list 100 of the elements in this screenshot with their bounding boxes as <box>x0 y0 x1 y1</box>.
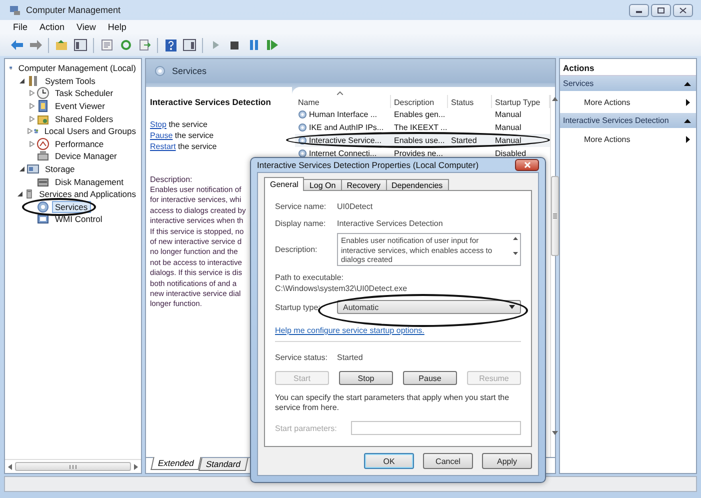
submenu-arrow-icon <box>686 136 690 142</box>
tree-item[interactable]: Storage <box>42 163 78 176</box>
service-action-text: Restart the service <box>150 141 217 152</box>
scrollbar-thumb[interactable] <box>551 176 559 256</box>
field-value: Interactive Services Detection <box>337 218 444 228</box>
tree-item[interactable]: System Tools <box>42 74 98 87</box>
tree-item[interactable]: Local Users and Groups <box>41 125 139 138</box>
dialog-button[interactable]: OK <box>364 453 414 469</box>
storage-icon <box>26 162 40 176</box>
close-button[interactable] <box>673 4 693 16</box>
service-action-text: Pause the service <box>150 130 214 141</box>
tree-item[interactable]: Device Manager <box>52 150 120 162</box>
column-header[interactable]: Name <box>295 95 391 108</box>
tree-item[interactable]: Disk Management <box>52 176 127 188</box>
field-label: Path to executable: <box>275 273 344 282</box>
service-name-cell[interactable]: Human Interface ... <box>295 108 391 121</box>
field-value: UI0Detect <box>337 202 374 210</box>
clock-icon <box>36 86 50 100</box>
export-icon <box>138 39 150 51</box>
view-tab[interactable]: Extended <box>150 457 202 470</box>
resume-icon <box>267 40 278 50</box>
minimize-button[interactable] <box>629 4 649 16</box>
service-action-link[interactable]: Stop <box>150 120 166 129</box>
table-cell-text: The IKEEXT ... <box>393 122 448 134</box>
window-title: Computer Management <box>26 5 121 15</box>
dialog-tab[interactable]: Recovery <box>340 179 387 191</box>
tree-item[interactable]: Services and Applications <box>36 188 139 200</box>
service-control-button[interactable]: Stop <box>339 371 393 385</box>
field-label: Description: <box>275 245 318 254</box>
scroll-down-icon[interactable] <box>552 431 558 435</box>
scroll-up-icon[interactable] <box>552 97 558 101</box>
sort-caret-icon <box>337 91 343 95</box>
tree-item[interactable]: Task Scheduler <box>52 87 116 100</box>
device-icon <box>36 149 50 164</box>
app-icon <box>8 3 22 17</box>
tree-item[interactable]: Performance <box>52 138 107 150</box>
dialog-tab[interactable]: Log On <box>303 179 342 191</box>
start-parameters-note: You can specify the start parameters that apply when you start the service from here. <box>275 393 510 413</box>
server-icon <box>24 187 34 202</box>
pane-icon <box>183 39 196 51</box>
help-icon <box>164 38 176 52</box>
tree-item[interactable]: WMI Control <box>52 213 106 226</box>
scroll-right-icon[interactable] <box>134 464 138 470</box>
field-label: Start parameters: <box>275 424 338 432</box>
column-header[interactable]: Startup Type <box>492 95 550 108</box>
table-cell-text: Manual <box>494 122 522 134</box>
field-value: C:\Windows\system32\UI0Detect.exe <box>275 284 408 293</box>
column-header[interactable]: Status <box>448 95 492 108</box>
column-header[interactable]: Description <box>391 95 448 108</box>
folder-up-icon <box>55 39 68 51</box>
event-log-icon <box>36 99 50 114</box>
help-link[interactable]: Help me configure service startup options. <box>275 326 521 335</box>
tree-item[interactable]: Shared Folders <box>52 112 116 125</box>
properties-icon <box>100 39 112 51</box>
dialog-tab[interactable]: General <box>264 177 304 191</box>
menu-item[interactable]: File <box>8 20 33 34</box>
scrollbar-thumb[interactable] <box>15 462 131 471</box>
action-item[interactable]: More Actions <box>560 91 696 113</box>
field-label: Service name: <box>275 202 328 210</box>
service-name-cell[interactable]: IKE and AuthIP IPs... <box>295 121 391 134</box>
close-icon <box>679 6 687 14</box>
menu-item[interactable]: Action <box>34 20 70 34</box>
gear-icon <box>36 200 50 214</box>
performance-icon <box>36 136 50 151</box>
scroll-arrows-icon[interactable] <box>513 236 518 256</box>
submenu-arrow-icon <box>686 98 690 106</box>
dialog-button[interactable]: Apply <box>482 453 532 469</box>
actions-section-header[interactable]: Interactive Services Detection <box>560 113 696 128</box>
field-label: Display name: <box>275 218 327 228</box>
menu-item[interactable]: View <box>72 20 101 34</box>
tree-toggle-button[interactable] <box>72 36 89 54</box>
close-icon <box>524 162 530 168</box>
service-action-link[interactable]: Pause <box>150 131 173 140</box>
service-control-button[interactable]: Pause <box>403 371 457 385</box>
expand-arrow-icon[interactable] <box>18 78 24 84</box>
scroll-left-icon[interactable] <box>8 464 12 470</box>
startup-type-dropdown[interactable]: Automatic <box>337 300 521 314</box>
close-button[interactable] <box>515 159 539 171</box>
action-item[interactable]: More Actions <box>560 128 696 150</box>
expand-arrow-icon[interactable] <box>18 166 24 172</box>
dialog-button[interactable]: Cancel <box>423 453 473 469</box>
maximize-icon <box>657 6 665 14</box>
refresh-icon <box>120 39 132 51</box>
service-action-link[interactable]: Restart <box>150 142 176 151</box>
expand-arrow-icon[interactable] <box>17 191 24 198</box>
tree-item[interactable]: Event Viewer <box>52 100 108 112</box>
view-tab[interactable]: Standard <box>198 458 248 471</box>
tree-item[interactable]: Services <box>52 200 91 213</box>
menu-item[interactable]: Help <box>102 20 132 34</box>
action-pane-button[interactable] <box>181 36 198 54</box>
dialog-tab[interactable]: Dependencies <box>386 179 449 191</box>
table-cell-text: Enables gen... <box>393 109 446 121</box>
service-action-text: Stop the service <box>150 119 208 130</box>
description-label: Description: <box>150 174 192 185</box>
stop-icon <box>230 40 239 50</box>
dropdown-caret-icon <box>509 305 515 309</box>
dialog-title: Interactive Services Detection Properties (Local Computer) <box>257 160 479 170</box>
actions-section-header[interactable]: Services <box>560 76 696 91</box>
tree-item[interactable]: Computer Management (Local) <box>15 62 139 74</box>
maximize-button[interactable] <box>651 4 671 16</box>
